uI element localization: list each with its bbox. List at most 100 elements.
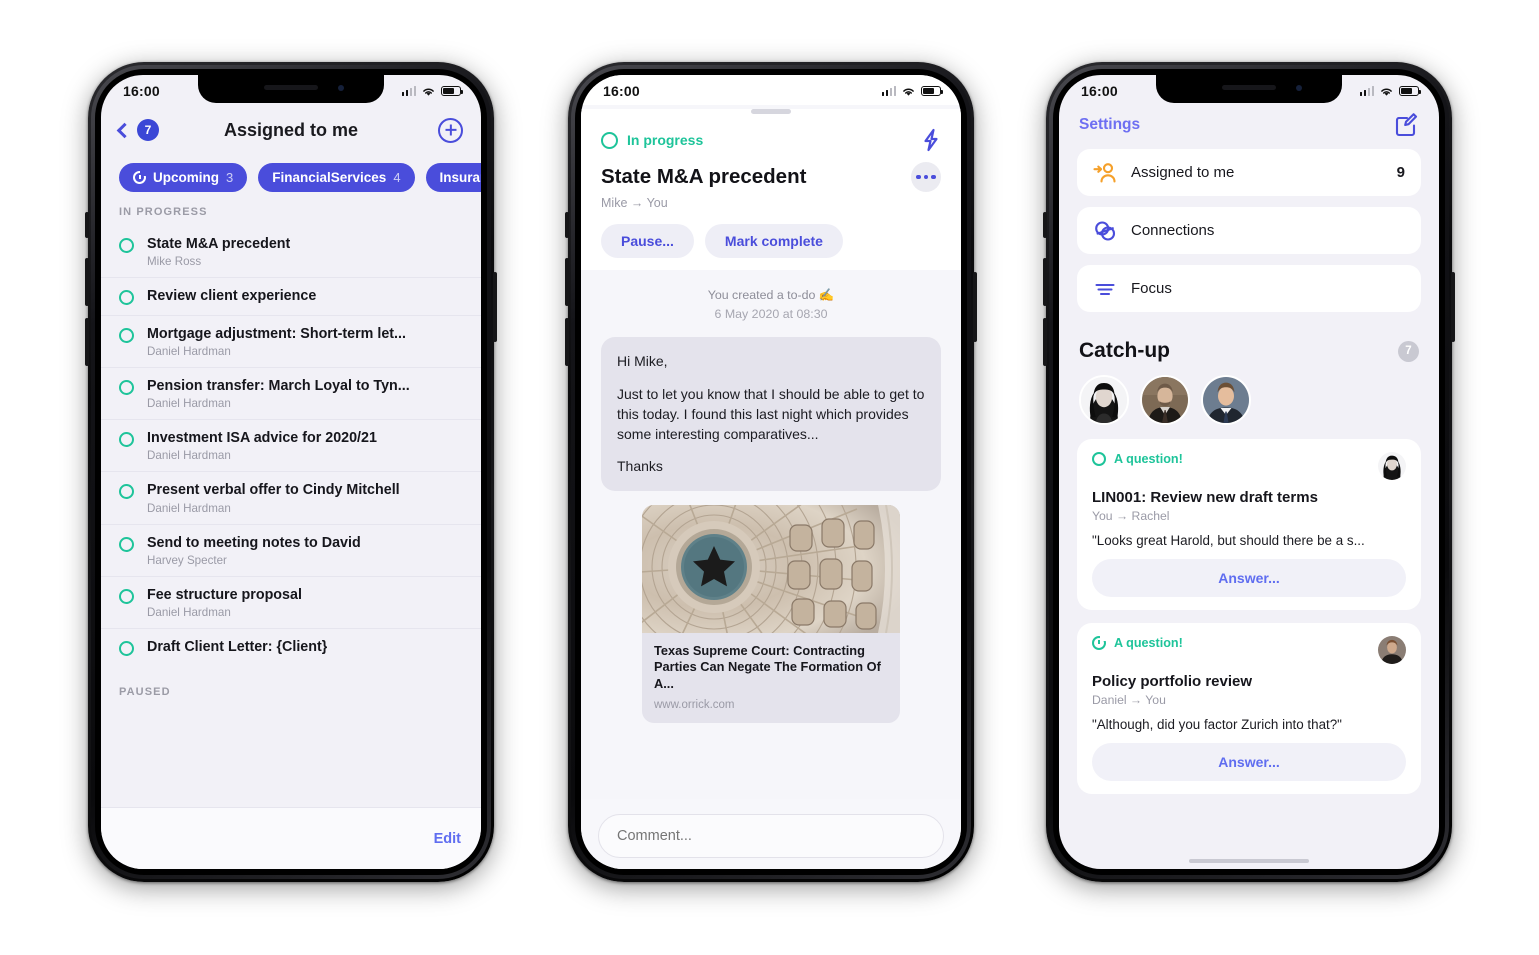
checkbox-circle-icon[interactable] [119,641,134,657]
task-assignee: Mike Ross [147,255,202,269]
section-header-in-progress: IN PROGRESS [119,206,208,218]
avatar-rachel [1081,377,1127,423]
filter-pill-insurance[interactable]: Insurance [425,163,481,192]
checkbox-circle-icon[interactable] [119,484,134,500]
volume-down-button[interactable] [565,318,569,366]
avatar[interactable] [1140,375,1190,425]
volume-down-button[interactable] [85,318,89,366]
status-indicators [881,86,943,97]
link-preview-card[interactable]: Texas Supreme Court: Contracting Parties… [642,504,900,723]
add-todo-button[interactable] [438,117,463,143]
message-greeting: Hi Mike, [617,353,668,370]
texas-capitol-rotunda-photo [642,504,900,633]
chevron-left-icon [116,122,133,138]
volume-up-button[interactable] [1043,258,1047,306]
task-title: Send to meeting notes to David [147,534,361,551]
sheet-drag-handle[interactable] [751,109,791,114]
avatar[interactable] [1201,375,1251,425]
checkbox-circle-icon[interactable] [119,327,134,343]
message-body: Just to let you know that I should be ab… [617,385,925,443]
checkbox-circle-icon[interactable] [119,589,134,605]
catchup-count-badge: 7 [1398,340,1419,362]
table-row[interactable]: Pension transfer: March Loyal to Tyn... … [101,368,481,421]
more-options-button[interactable] [911,162,941,192]
power-button[interactable] [1451,272,1455,342]
filter-pill-row[interactable]: Upcoming 3 FinancialServices 4 Insurance [101,155,481,202]
catchup-card[interactable]: A question! Policy portfolio review Dani… [1077,623,1421,794]
task-assignee: Harvey Specter [147,554,227,568]
avatar[interactable] [1378,636,1406,664]
status-bar: 16:00 [581,75,961,105]
table-row[interactable]: Investment ISA advice for 2020/21 Daniel… [101,420,481,473]
checkbox-circle-icon[interactable] [119,238,134,253]
answer-button[interactable]: Answer... [1092,559,1406,597]
cellular-signal-icon [881,86,896,96]
assigned-person-icon [1093,162,1116,183]
sidebar-item-connections[interactable]: Connections [1077,207,1421,254]
silent-switch[interactable] [85,212,89,238]
event-text: You created a to-do ✍️ [707,288,835,302]
lightning-bolt-icon[interactable] [921,128,941,152]
status-bar: 16:00 [101,75,481,105]
comment-input[interactable] [598,814,944,858]
avatar[interactable] [1079,375,1129,425]
catchup-header: Catch-up 7 [1059,323,1439,373]
compose-icon[interactable] [1393,113,1419,137]
sidebar-item-label: Connections [1131,222,1215,239]
power-button[interactable] [973,272,977,342]
catchup-quote: "Looks great Harold, but should there be… [1092,533,1365,548]
task-title: Draft Client Letter: {Client} [147,639,328,656]
volume-up-button[interactable] [565,258,569,306]
avatar-daniel [1378,636,1406,664]
checkbox-circle-icon[interactable] [119,432,134,448]
sidebar-item-assigned-to-me[interactable]: Assigned to me 9 [1077,149,1421,196]
table-row[interactable]: Mortgage adjustment: Short-term let... D… [101,316,481,368]
event-timestamp: 6 May 2020 at 08:30 [714,306,828,321]
catchup-card[interactable]: A question! LIN001: Review new draft ter… [1077,439,1421,610]
sidebar-item-focus[interactable]: Focus [1077,265,1421,312]
filter-pill-financialservices[interactable]: FinancialServices 4 [258,163,415,192]
link-preview-title: Texas Supreme Court: Contracting Parties… [654,642,881,691]
task-assignee: Daniel Hardman [147,344,231,358]
volume-down-button[interactable] [1043,318,1047,366]
status-time: 16:00 [123,83,160,99]
paused-section: PAUSED [101,666,481,706]
mark-complete-button[interactable]: Mark complete [704,224,843,258]
answer-button[interactable]: Answer... [1092,743,1406,781]
power-button[interactable] [493,272,497,342]
status-indicators [1359,86,1421,97]
checkbox-circle-icon[interactable] [119,379,134,395]
table-row[interactable]: Fee structure proposal Daniel Hardman [101,577,481,630]
task-title: Review client experience [147,288,317,305]
table-row[interactable]: Draft Client Letter: {Client} [101,629,481,665]
focus-icon [1095,283,1115,295]
home-indicator[interactable] [1189,859,1309,863]
avatar[interactable] [1378,452,1406,480]
table-row[interactable]: Review client experience [101,278,481,316]
edit-button[interactable]: Edit [434,831,461,847]
back-button[interactable]: 7 [116,119,159,141]
volume-up-button[interactable] [85,258,89,306]
checkbox-circle-icon[interactable] [119,536,134,552]
screenshot-canvas: 16:00 7 Assigned to me Upcoming 3 Financ… [0,0,1539,955]
activity-thread: You created a to-do ✍️ 6 May 2020 at 08:… [581,270,961,723]
status-label: A question! [1114,636,1183,650]
table-row[interactable]: State M&A precedent Mike Ross [101,226,481,279]
wifi-icon [903,88,914,96]
phone1-body: 7 Assigned to me Upcoming 3 FinancialSer… [101,105,481,869]
activity-event: You created a to-do ✍️ 6 May 2020 at 08:… [601,286,941,323]
silent-switch[interactable] [565,212,569,238]
settings-button[interactable]: Settings [1079,116,1140,134]
table-row[interactable]: Present verbal offer to Cindy Mitchell D… [101,472,481,525]
table-row[interactable]: Send to meeting notes to David Harvey Sp… [101,525,481,578]
status-time: 16:00 [603,83,640,99]
task-title: Fee structure proposal [147,587,302,604]
checkbox-circle-icon[interactable] [119,290,134,306]
back-count-badge: 7 [137,119,159,141]
section-title: Catch-up [1079,339,1170,362]
pause-button[interactable]: Pause... [601,224,694,258]
participants: Daniel → You [1092,693,1166,707]
silent-switch[interactable] [1043,212,1047,238]
phone-mockup-task-detail: 16:00 In progress State M&A precedent Mi… [565,62,977,882]
filter-pill-upcoming[interactable]: Upcoming 3 [119,163,248,192]
